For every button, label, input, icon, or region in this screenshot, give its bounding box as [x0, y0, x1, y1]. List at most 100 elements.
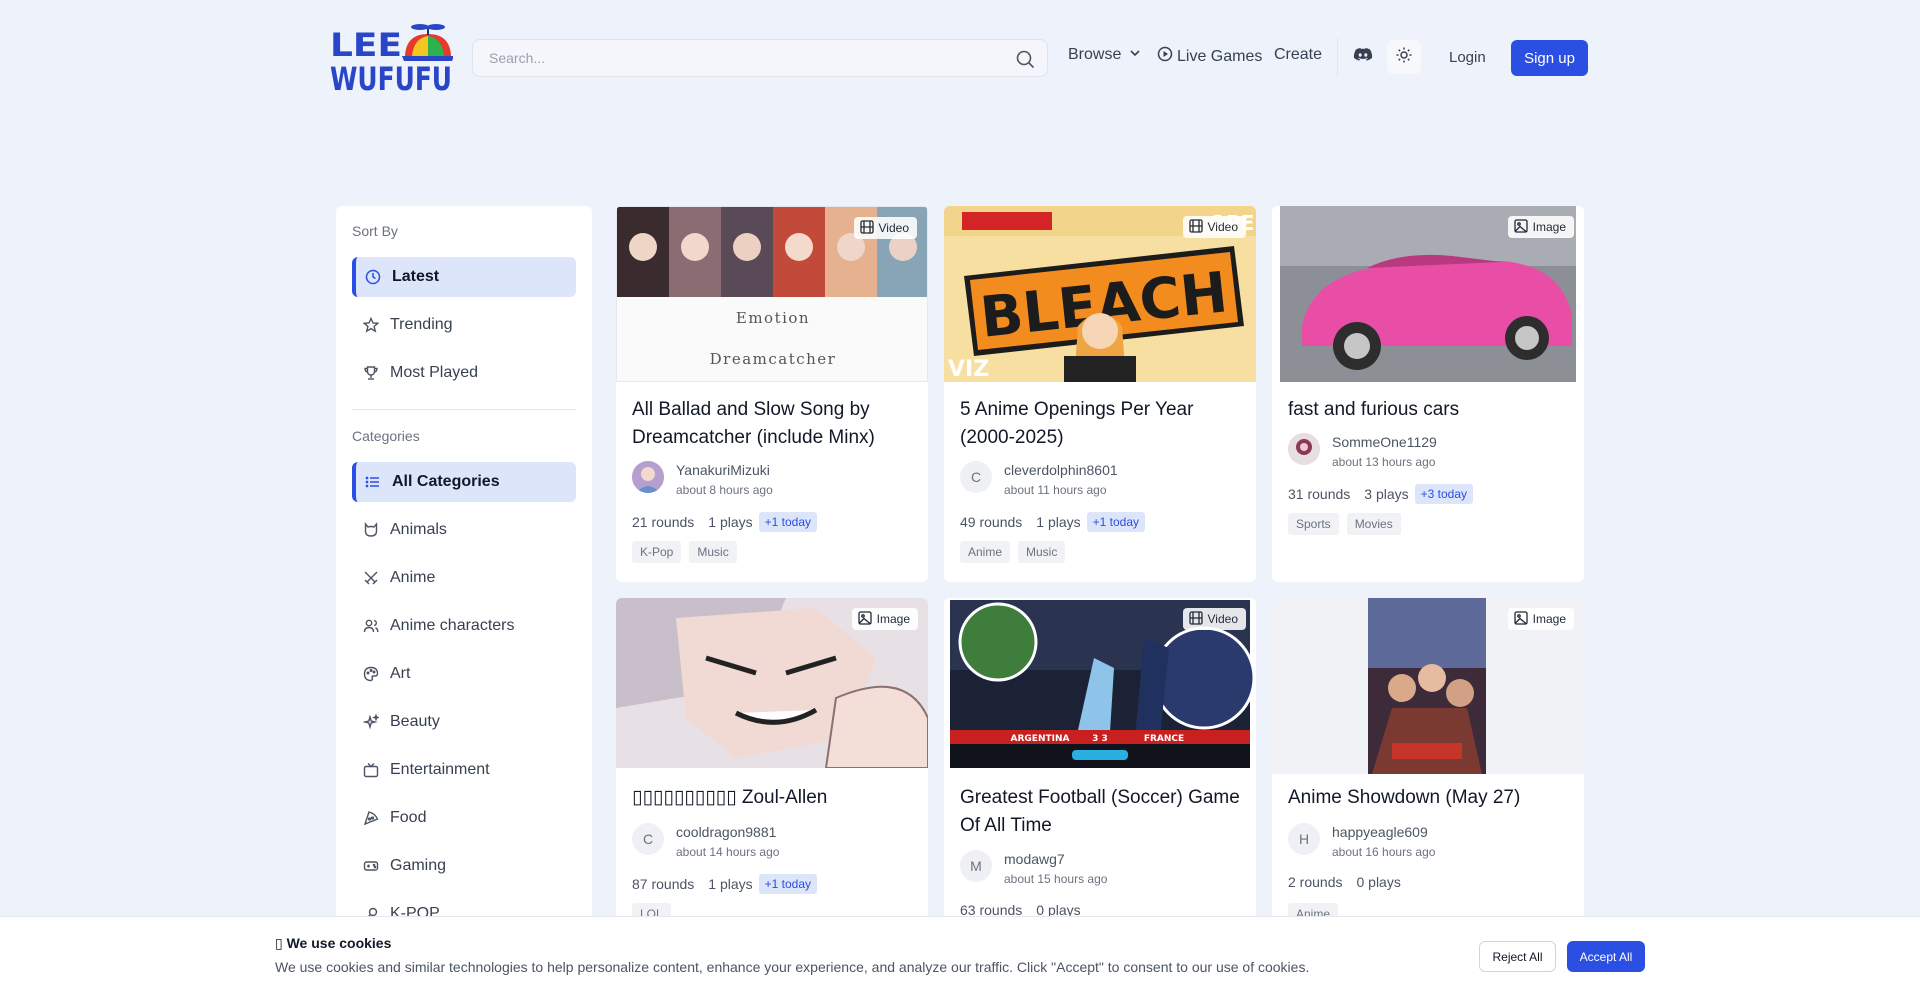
media-badge: Image — [851, 608, 918, 630]
author-name[interactable]: happyeagle609 — [1332, 824, 1428, 840]
media-badge: Video — [1182, 216, 1246, 238]
tag[interactable]: Music — [1018, 541, 1066, 563]
nav-live-games-label: Live Games — [1177, 47, 1263, 65]
author-name[interactable]: modawg7 — [1004, 851, 1065, 867]
sidebar: Sort By Latest Trending Most Played Cate… — [336, 206, 592, 993]
accept-all-button[interactable]: Accept All — [1567, 941, 1645, 972]
category-label: Art — [390, 665, 411, 682]
discord-button[interactable] — [1346, 40, 1380, 74]
card-title[interactable]: Greatest Football (Soccer) Game Of All T… — [960, 784, 1245, 840]
timestamp: about 11 hours ago — [1004, 483, 1107, 497]
play-circle-icon — [1157, 46, 1173, 67]
category-food[interactable]: Food — [352, 798, 576, 838]
card-thumbnail: ARGENTINA 3 3 FRANCE Video — [944, 598, 1256, 770]
media-type-label: Video — [1207, 220, 1238, 234]
card-title[interactable]: ▯▯▯▯▯▯▯▯▯▯ Zoul-Allen — [632, 784, 917, 812]
category-anime-characters[interactable]: Anime characters — [352, 606, 576, 646]
tag[interactable]: Music — [689, 541, 737, 563]
card-title[interactable]: 5 Anime Openings Per Year (2000-2025) — [960, 396, 1245, 452]
categories-heading: Categories — [352, 428, 420, 444]
rounds-count: 87 rounds — [632, 876, 695, 892]
card-stats: 21 rounds 1 plays +1 today — [632, 512, 818, 532]
category-art[interactable]: Art — [352, 654, 576, 694]
plays-count: 1 plays — [708, 514, 753, 530]
card-thumbnail: BLEACH OPE VIZ Video — [944, 206, 1256, 382]
nav-create[interactable]: Create — [1274, 46, 1322, 64]
category-anime[interactable]: Anime — [352, 558, 576, 598]
category-entertainment[interactable]: Entertainment — [352, 750, 576, 790]
tv-icon — [362, 761, 380, 779]
category-label: Gaming — [390, 857, 447, 874]
list-icon — [364, 473, 382, 491]
cookie-banner: ▯ We use cookies We use cookies and simi… — [0, 916, 1920, 993]
card-title[interactable]: fast and furious cars — [1288, 396, 1573, 424]
card-stats: 49 rounds 1 plays +1 today — [960, 512, 1146, 532]
category-all[interactable]: All Categories — [352, 462, 576, 502]
plays-count: 1 plays — [1036, 514, 1081, 530]
game-card[interactable]: Emotion Dreamcatcher Video All Ballad an… — [616, 206, 928, 582]
category-gaming[interactable]: Gaming — [352, 846, 576, 886]
game-card[interactable]: Image fast and furious cars SommeOne1129… — [1272, 206, 1584, 582]
avatar — [1288, 433, 1320, 465]
reject-all-button[interactable]: Reject All — [1479, 941, 1556, 972]
timestamp: about 13 hours ago — [1332, 455, 1436, 469]
theme-toggle-button[interactable] — [1387, 40, 1421, 74]
category-label: Anime — [390, 569, 436, 586]
pizza-icon — [362, 809, 380, 827]
author-name[interactable]: SommeOne1129 — [1332, 434, 1437, 450]
rounds-count: 2 rounds — [1288, 874, 1343, 890]
media-type-label: Image — [1532, 612, 1566, 626]
nav-browse[interactable]: Browse — [1068, 46, 1141, 64]
tag-list: Anime Music — [960, 541, 1066, 563]
category-label: Beauty — [390, 713, 440, 730]
card-stats: 2 rounds 0 plays — [1288, 874, 1401, 890]
tag[interactable]: Sports — [1288, 513, 1339, 535]
cat-icon — [362, 521, 380, 539]
today-badge: +1 today — [758, 512, 818, 532]
media-type-label: Video — [878, 221, 909, 235]
today-badge: +1 today — [1086, 512, 1146, 532]
author-name[interactable]: YanakuriMizuki — [676, 462, 770, 478]
card-thumbnail: Image — [1272, 206, 1584, 382]
sort-item-label: Latest — [392, 268, 440, 285]
login-link[interactable]: Login — [1449, 49, 1486, 66]
header-divider — [1337, 38, 1338, 76]
game-card[interactable]: BLEACH OPE VIZ Video 5 Anime Openings Pe… — [944, 206, 1256, 582]
rounds-count: 21 rounds — [632, 514, 695, 530]
tag[interactable]: Movies — [1346, 513, 1401, 535]
card-title[interactable]: Anime Showdown (May 27) — [1288, 784, 1573, 812]
thumb-text: FRANCE — [1144, 734, 1184, 744]
rounds-count: 31 rounds — [1288, 486, 1351, 502]
signup-button[interactable]: Sign up — [1511, 40, 1588, 76]
users-icon — [362, 617, 380, 635]
site-header: LEE WUFUFU Browse Live Games Create Lo — [0, 0, 1920, 116]
category-beauty[interactable]: Beauty — [352, 702, 576, 742]
tag[interactable]: Anime — [960, 541, 1011, 563]
sort-item-latest[interactable]: Latest — [352, 257, 576, 297]
site-logo[interactable]: LEE WUFUFU — [330, 22, 454, 98]
category-label: Animals — [390, 521, 447, 538]
swords-icon — [362, 569, 380, 587]
timestamp: about 8 hours ago — [676, 483, 773, 497]
search-input[interactable] — [473, 40, 1047, 76]
gamepad-icon — [362, 857, 380, 875]
author-name[interactable]: cooldragon9881 — [676, 824, 776, 840]
search-box[interactable] — [472, 39, 1048, 77]
game-card[interactable]: Image Anime Showdown (May 27) H happyeag… — [1272, 598, 1584, 938]
sort-item-most-played[interactable]: Most Played — [352, 353, 576, 393]
game-card[interactable]: ARGENTINA 3 3 FRANCE Video Greatest Foot… — [944, 598, 1256, 938]
card-title[interactable]: All Ballad and Slow Song by Dreamcatcher… — [632, 396, 917, 452]
tag[interactable]: K-Pop — [632, 541, 682, 563]
plays-count: 0 plays — [1356, 874, 1401, 890]
author-name[interactable]: cleverdolphin8601 — [1004, 462, 1118, 478]
sort-heading: Sort By — [352, 223, 398, 239]
search-icon[interactable] — [1015, 49, 1035, 69]
media-badge: Video — [853, 217, 917, 239]
thumb-text: VIZ — [948, 357, 989, 382]
avatar: C — [632, 823, 664, 855]
category-animals[interactable]: Animals — [352, 510, 576, 550]
nav-live-games[interactable]: Live Games — [1157, 46, 1262, 67]
rounds-count: 49 rounds — [960, 514, 1023, 530]
sort-item-trending[interactable]: Trending — [352, 305, 576, 345]
game-card[interactable]: Image ▯▯▯▯▯▯▯▯▯▯ Zoul-Allen C cooldragon… — [616, 598, 928, 938]
